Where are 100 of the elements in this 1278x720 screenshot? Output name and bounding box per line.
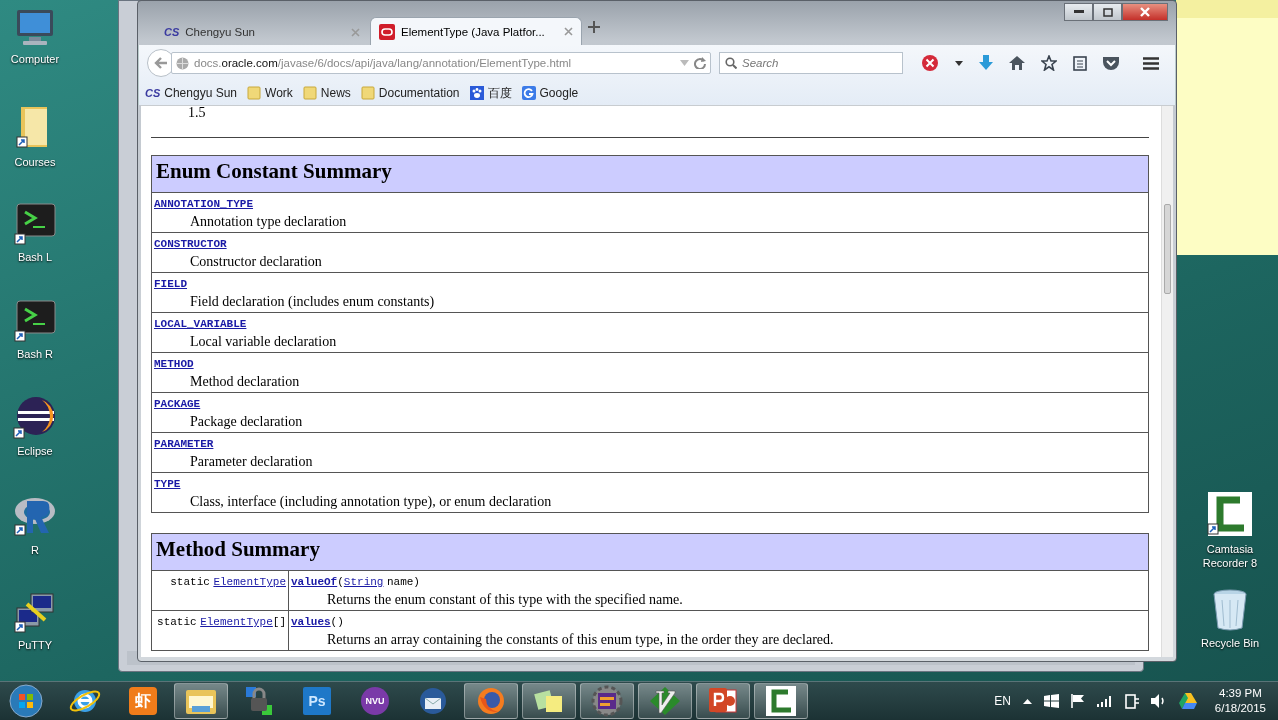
bookmark-label[interactable]: Chengyu Sun	[164, 86, 237, 100]
constant-link[interactable]: FIELD	[154, 278, 187, 290]
constant-link[interactable]: PACKAGE	[154, 398, 201, 410]
reload-icon[interactable]	[694, 57, 706, 69]
browser-tab[interactable]: ElementType (Java Platfor...	[370, 17, 582, 45]
class-name-link[interactable]: ElementType	[213, 576, 286, 588]
close-button[interactable]	[1122, 3, 1168, 21]
taskbar-button[interactable]	[754, 683, 808, 719]
constant-link[interactable]: TYPE	[154, 478, 181, 490]
start-button[interactable]	[6, 683, 46, 719]
cs-logo: CS	[145, 87, 161, 99]
method-name-link[interactable]: valueOf	[291, 576, 338, 588]
close-icon[interactable]	[564, 27, 573, 36]
scrollbar[interactable]	[1161, 106, 1173, 657]
bookmark-item[interactable]: Google	[521, 86, 579, 100]
browser-tab[interactable]: CS Chengyu Sun	[156, 19, 368, 45]
signal-icon[interactable]	[1096, 695, 1113, 707]
constant-link[interactable]: CONSTRUCTOR	[154, 238, 227, 250]
taskbar-button[interactable]: NVU	[348, 683, 402, 719]
power-plug-icon[interactable]	[1124, 693, 1139, 709]
home-icon[interactable]	[1009, 56, 1025, 70]
gear-icon[interactable]	[590, 685, 624, 717]
taskbar-button[interactable]	[638, 683, 692, 719]
back-arrow-icon	[154, 57, 168, 69]
flag-icon[interactable]	[1070, 694, 1085, 708]
cs-logo: CS	[164, 26, 180, 38]
parameter-name: name)	[386, 576, 420, 588]
clipboard-icon[interactable]	[1073, 55, 1087, 71]
desktop-icon-label[interactable]: R	[31, 543, 39, 557]
minimize-button[interactable]	[1064, 3, 1093, 21]
method-name-link[interactable]: values	[291, 616, 331, 628]
desktop-icon-label[interactable]: Camtasia Recorder 8	[1190, 542, 1270, 570]
photoshop-icon[interactable]: Ps	[303, 687, 331, 715]
desktop-icon-label[interactable]: Bash L	[17, 250, 53, 264]
bookmark-item[interactable]: Work	[247, 86, 293, 100]
modifier-text: static	[157, 616, 197, 628]
bookmark-label[interactable]: News	[320, 86, 351, 100]
oracle-icon	[379, 23, 395, 40]
folder-icon	[247, 86, 261, 100]
clock-time[interactable]: 4:39 PM	[1219, 686, 1262, 701]
desktop-icon-label[interactable]: Computer	[10, 52, 60, 66]
taskbar-button[interactable]	[696, 683, 750, 719]
camtasia-icon[interactable]	[764, 685, 798, 717]
bookmark-label[interactable]: Work	[265, 86, 293, 100]
table-heading: Enum Constant Summary	[151, 155, 1149, 193]
speaker-icon[interactable]	[1150, 694, 1167, 708]
desktop-icon-label[interactable]: Bash R	[16, 347, 54, 361]
desktop-icon-label[interactable]: Courses	[14, 155, 56, 169]
constant-description: Constructor declaration	[190, 254, 323, 270]
constant-description: Package declaration	[190, 414, 304, 430]
desktop-icon-label[interactable]: PuTTY	[17, 638, 53, 652]
constant-link[interactable]: PARAMETER	[154, 438, 214, 450]
bookmark-label[interactable]: Documentation	[378, 86, 460, 100]
drive-icon[interactable]	[1178, 693, 1197, 709]
close-icon	[1139, 7, 1151, 17]
desktop-icon-label[interactable]: Recycle Bin	[1200, 636, 1260, 650]
class-name-link[interactable]: ElementType	[200, 616, 273, 628]
menu-icon[interactable]	[1143, 56, 1159, 70]
caret-up-icon[interactable]	[1022, 698, 1032, 704]
google-icon	[521, 86, 536, 100]
constant-description: Class, interface (including annotation type), or enum declaration	[190, 494, 553, 510]
star-icon[interactable]	[1041, 55, 1057, 71]
method-description: Returns the enum constant of this type with the specified name.	[327, 592, 684, 608]
blocked-icon[interactable]	[921, 54, 939, 72]
class-name-link[interactable]: String	[343, 576, 384, 588]
table-heading: Method Summary	[151, 533, 1149, 571]
putty-icon	[13, 590, 57, 634]
minimize-icon	[1073, 10, 1084, 14]
address-bar[interactable]: docs.oracle.com/javase/6/docs/api/java/lang/annotation/ElementType.html	[171, 52, 711, 74]
bookmark-label[interactable]: 百度	[487, 84, 512, 102]
constant-description: Parameter declaration	[190, 454, 314, 470]
constant-link[interactable]: METHOD	[154, 358, 194, 370]
vim-icon[interactable]	[648, 685, 682, 717]
bookmark-item[interactable]: CS Chengyu Sun	[145, 86, 237, 100]
download-icon[interactable]	[979, 55, 993, 71]
method-description: Returns an array containing the constants of this enum type, in the order they are declared.	[327, 632, 835, 648]
plus-icon[interactable]	[588, 21, 600, 33]
nvu-icon[interactable]: NVU	[361, 687, 389, 715]
constant-link[interactable]: ANNOTATION_TYPE	[154, 198, 254, 210]
since-version: 1.5	[188, 106, 207, 120]
search-field[interactable]: Search	[719, 52, 903, 74]
desktop-icon-label[interactable]: Eclipse	[17, 444, 53, 458]
windows-icon[interactable]	[1043, 694, 1059, 708]
maximize-button[interactable]	[1093, 3, 1122, 21]
pocket-icon[interactable]	[1103, 56, 1119, 70]
terminal-icon	[13, 202, 57, 246]
clock-date[interactable]: 6/18/2015	[1214, 701, 1266, 716]
constant-link[interactable]: LOCAL_VARIABLE	[154, 318, 247, 330]
camtasia-icon	[1206, 492, 1254, 538]
taskbar-button[interactable]	[522, 683, 576, 719]
bookmark-item[interactable]: News	[302, 86, 351, 100]
caret-icon[interactable]	[955, 60, 963, 66]
bookmark-item[interactable]: Documentation	[360, 86, 460, 100]
bookmark-item[interactable]: 百度	[469, 84, 512, 102]
bookmark-label[interactable]: Google	[539, 86, 579, 100]
terminal-icon	[13, 299, 57, 343]
language-indicator[interactable]: EN	[994, 694, 1011, 708]
paw-icon	[469, 86, 484, 100]
taskbar-button[interactable]: Ps	[290, 683, 344, 719]
taskbar-button[interactable]	[174, 683, 228, 719]
